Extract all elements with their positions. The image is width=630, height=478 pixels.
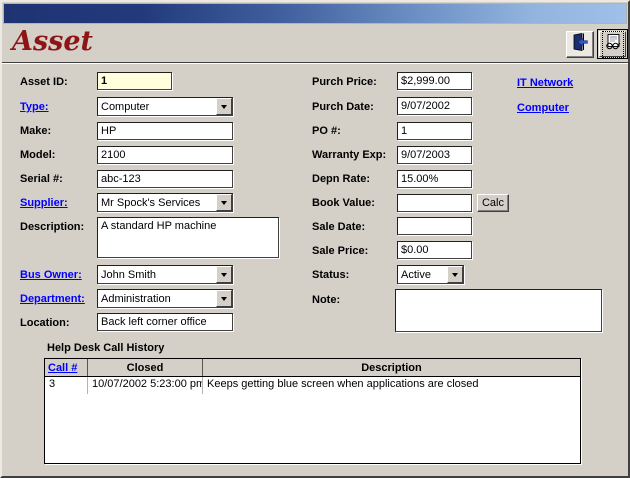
po-number-label: PO #: bbox=[312, 125, 341, 137]
close-form-button[interactable] bbox=[566, 31, 594, 58]
chevron-down-icon[interactable] bbox=[216, 98, 232, 115]
table-row[interactable]: 3 10/07/2002 5:23:00 pm Keeps getting bl… bbox=[45, 377, 580, 394]
calc-button[interactable]: Calc bbox=[477, 194, 509, 212]
print-preview-button[interactable] bbox=[597, 29, 628, 59]
help-desk-table-header: Call # Closed Description bbox=[45, 359, 580, 377]
asset-id-field[interactable] bbox=[97, 72, 172, 90]
description-label: Description: bbox=[20, 221, 84, 233]
sale-date-label: Sale Date: bbox=[312, 221, 365, 233]
po-number-field[interactable] bbox=[397, 122, 472, 140]
exit-door-icon bbox=[570, 32, 590, 57]
asset-id-label: Asset ID: bbox=[20, 76, 68, 88]
closed-column-header: Closed bbox=[88, 359, 203, 376]
type-label-link[interactable]: Type: bbox=[20, 101, 49, 113]
chevron-down-icon[interactable] bbox=[216, 290, 232, 307]
bus-owner-combo-value: John Smith bbox=[98, 269, 216, 281]
purch-price-label: Purch Price: bbox=[312, 76, 377, 88]
asset-form-window: Asset bbox=[0, 0, 630, 478]
title-separator bbox=[2, 62, 628, 64]
call-number-cell: 3 bbox=[45, 377, 88, 394]
chevron-down-icon[interactable] bbox=[447, 266, 463, 283]
model-label: Model: bbox=[20, 149, 55, 161]
make-label: Make: bbox=[20, 125, 51, 137]
purch-date-label: Purch Date: bbox=[312, 101, 374, 113]
model-field[interactable] bbox=[97, 146, 233, 164]
depn-rate-field[interactable] bbox=[397, 170, 472, 188]
supplier-combo-value: Mr Spock's Services bbox=[98, 197, 216, 209]
location-label: Location: bbox=[20, 317, 70, 329]
closed-cell: 10/07/2002 5:23:00 pm bbox=[88, 377, 203, 394]
computer-link[interactable]: Computer bbox=[517, 102, 569, 114]
supplier-label-link[interactable]: Supplier: bbox=[20, 197, 68, 209]
status-combo-value: Active bbox=[398, 269, 447, 281]
book-value-field[interactable] bbox=[397, 194, 472, 212]
description-column-header: Description bbox=[203, 359, 580, 376]
serial-field[interactable] bbox=[97, 170, 233, 188]
warranty-exp-field[interactable] bbox=[397, 146, 472, 164]
department-combo[interactable]: Administration bbox=[97, 289, 233, 308]
serial-label: Serial #: bbox=[20, 173, 63, 185]
department-label-link[interactable]: Department: bbox=[20, 293, 85, 305]
book-value-label: Book Value: bbox=[312, 197, 375, 209]
call-number-column-link[interactable]: Call # bbox=[48, 362, 77, 374]
sale-price-label: Sale Price: bbox=[312, 245, 368, 257]
purch-price-field[interactable] bbox=[397, 72, 472, 90]
make-field[interactable] bbox=[97, 122, 233, 140]
warranty-exp-label: Warranty Exp: bbox=[312, 149, 386, 161]
bus-owner-label-link[interactable]: Bus Owner: bbox=[20, 269, 82, 281]
description-cell: Keeps getting blue screen when applicati… bbox=[203, 377, 580, 394]
note-field[interactable] bbox=[395, 289, 602, 332]
note-label: Note: bbox=[312, 294, 340, 306]
sale-date-field[interactable] bbox=[397, 217, 472, 235]
location-field[interactable] bbox=[97, 313, 233, 331]
print-preview-icon bbox=[604, 33, 622, 56]
page-title: Asset bbox=[12, 26, 93, 57]
help-desk-title: Help Desk Call History bbox=[47, 342, 164, 354]
sale-price-field[interactable] bbox=[397, 241, 472, 259]
type-combo[interactable]: Computer bbox=[97, 97, 233, 116]
chevron-down-icon[interactable] bbox=[216, 194, 232, 211]
depn-rate-label: Depn Rate: bbox=[312, 173, 370, 185]
status-combo[interactable]: Active bbox=[397, 265, 464, 284]
department-combo-value: Administration bbox=[98, 293, 216, 305]
purch-date-field[interactable] bbox=[397, 97, 472, 115]
bus-owner-combo[interactable]: John Smith bbox=[97, 265, 233, 284]
it-network-link[interactable]: IT Network bbox=[517, 77, 573, 89]
header-banner bbox=[3, 3, 627, 24]
supplier-combo[interactable]: Mr Spock's Services bbox=[97, 193, 233, 212]
chevron-down-icon[interactable] bbox=[216, 266, 232, 283]
type-combo-value: Computer bbox=[98, 101, 216, 113]
description-field[interactable]: A standard HP machine bbox=[97, 217, 279, 258]
help-desk-table: Call # Closed Description 3 10/07/2002 5… bbox=[44, 358, 581, 464]
status-label: Status: bbox=[312, 269, 349, 281]
